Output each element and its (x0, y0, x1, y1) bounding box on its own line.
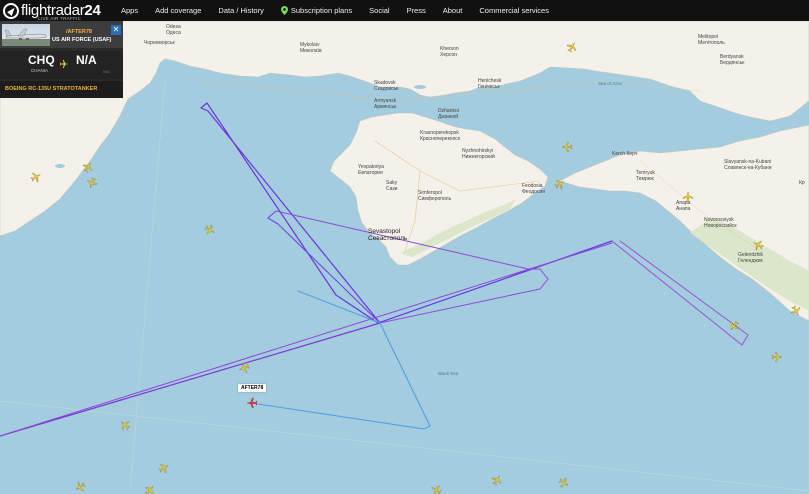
aircraft-type: BOEING RC-135U STRATOTANKER (5, 86, 98, 92)
origin-code: CHQ (28, 53, 55, 67)
main-nav: Apps Add coverage Data / History Subscri… (121, 0, 566, 21)
aircraft-icon[interactable] (86, 177, 98, 189)
place-odesa: Odesa Одеса (166, 24, 181, 36)
place-simferopol: Simferopol Симферополь (418, 190, 452, 202)
aircraft-icon[interactable] (790, 305, 802, 317)
aircraft-icon[interactable] (566, 41, 578, 53)
selected-aircraft-icon[interactable] (246, 397, 258, 409)
top-nav-bar: flightradar24 LIVE AIR TRAFFIC Apps Add … (0, 0, 809, 21)
place-temryuk: Temryuk Темрюк (636, 170, 655, 182)
flightradar-page: flightradar24 LIVE AIR TRAFFIC Apps Add … (0, 0, 809, 494)
logo-number: 24 (84, 2, 101, 19)
nav-social[interactable]: Social (369, 6, 389, 15)
aircraft-icon[interactable] (554, 178, 566, 190)
place-saky: Saky Саки (386, 180, 398, 192)
origin-name: CHANIA (31, 68, 49, 73)
place-kr: Кр (799, 180, 805, 186)
aircraft-icon[interactable] (561, 141, 573, 153)
location-pin-icon (280, 6, 288, 15)
route-plane-icon (59, 59, 69, 69)
land-east (559, 124, 809, 494)
radar-logo-icon (3, 2, 19, 19)
nav-about[interactable]: About (443, 6, 463, 15)
place-skadovsk: Skadovsk Скадовськ (374, 80, 399, 92)
track-segment-7 (257, 290, 431, 430)
flightradar-logo[interactable]: flightradar24 LIVE AIR TRAFFIC (3, 2, 101, 21)
place-yevpatoriya: Yevpatoriya Евпатория (358, 164, 384, 176)
place-feodosia: Feodosia Феодосия (522, 183, 545, 195)
place-berdyansk: Berdyansk Бердянськ (720, 54, 745, 66)
place-mykolaiv: Mykolaiv Миколаїв (300, 42, 322, 54)
nav-apps[interactable]: Apps (121, 6, 138, 15)
aircraft-icon[interactable] (771, 351, 783, 363)
aircraft-icon[interactable] (204, 224, 216, 236)
aircraft-icon[interactable] (752, 239, 764, 251)
place-odesa-local: Одеса (166, 29, 181, 36)
destination-name: N/A (103, 69, 110, 74)
aircraft-icon[interactable] (491, 474, 503, 486)
aircraft-icon[interactable] (82, 161, 94, 173)
nav-subscription-plans-label: Subscription plans (290, 6, 353, 15)
panel-header: /AFTER78 US AIR FORCE (USAF) ✕ (0, 21, 123, 48)
close-panel-button[interactable]: ✕ (111, 25, 121, 35)
place-slavyansk: Slavyansk-na-Kubani Славянск-на-Кубани (724, 159, 772, 171)
aircraft-icon[interactable] (238, 362, 250, 374)
track-segment-3 (267, 210, 381, 324)
aircraft-icon[interactable] (682, 191, 694, 203)
sea-of-azov-label: Sea of Azov (598, 81, 623, 86)
aircraft-icon[interactable] (158, 462, 170, 474)
aircraft-type-bar: BOEING RC-135U STRATOTANKER (0, 81, 123, 98)
place-dzhankoi: Dzhankoi Джанкой (438, 108, 459, 120)
track-segment-6 (0, 242, 613, 437)
aircraft-icon[interactable] (728, 320, 740, 332)
flight-callsign: /AFTER78 (66, 29, 92, 35)
aircraft-icon[interactable] (430, 484, 442, 494)
aircraft-icon[interactable] (30, 171, 42, 183)
aircraft-photo-icon (2, 28, 50, 46)
place-henichesk: Henichesk Генічеськ (478, 78, 502, 90)
aircraft-icon[interactable] (144, 484, 156, 494)
flight-info-panel: /AFTER78 US AIR FORCE (USAF) ✕ CHQ CHANI… (0, 21, 123, 98)
place-armyansk: Armyansk Армянськ (374, 98, 397, 110)
place-nyzhnohirskyi: Nyzhnohirskyi Нижнегорский (462, 148, 495, 160)
nav-subscription-plans[interactable]: Subscription plans (280, 6, 353, 15)
nav-press[interactable]: Press (407, 6, 426, 15)
nav-commercial-services[interactable]: Commercial services (479, 6, 549, 15)
place-gelendzhik: Gelendzhik Геленджик (738, 252, 764, 264)
flight-route: CHQ CHANIA N/A N/A (0, 51, 123, 79)
place-chornomorsk: Чорноморськ (144, 40, 175, 46)
selected-flight-label[interactable]: AFTER78 (238, 384, 267, 392)
place-sevastopol: Sevastopol Севастополь (368, 228, 408, 243)
flight-operator: US AIR FORCE (USAF) (52, 37, 112, 43)
nav-data-history[interactable]: Data / History (218, 6, 263, 15)
logo-tagline: LIVE AIR TRAFFIC (38, 16, 82, 21)
aircraft-icon[interactable] (119, 419, 131, 431)
nav-add-coverage[interactable]: Add coverage (155, 6, 201, 15)
aircraft-icon[interactable] (74, 481, 86, 493)
place-kherson: Kherson Херсон (440, 46, 459, 58)
place-kerch: Kerch Керч (612, 151, 638, 157)
aircraft-photo[interactable] (2, 24, 50, 46)
black-sea-label: Black Sea (438, 371, 459, 376)
place-melitopol: Melitopol Мелітополь (698, 34, 725, 46)
place-krasnoperekopsk: Krasnoperekopsk Красноперекопск (420, 130, 460, 142)
place-novorossiysk: Novorossiysk Новороссийск (704, 217, 737, 229)
track-segment-1 (0, 322, 381, 437)
destination-code: N/A (76, 53, 97, 67)
aircraft-icon[interactable] (558, 477, 570, 489)
